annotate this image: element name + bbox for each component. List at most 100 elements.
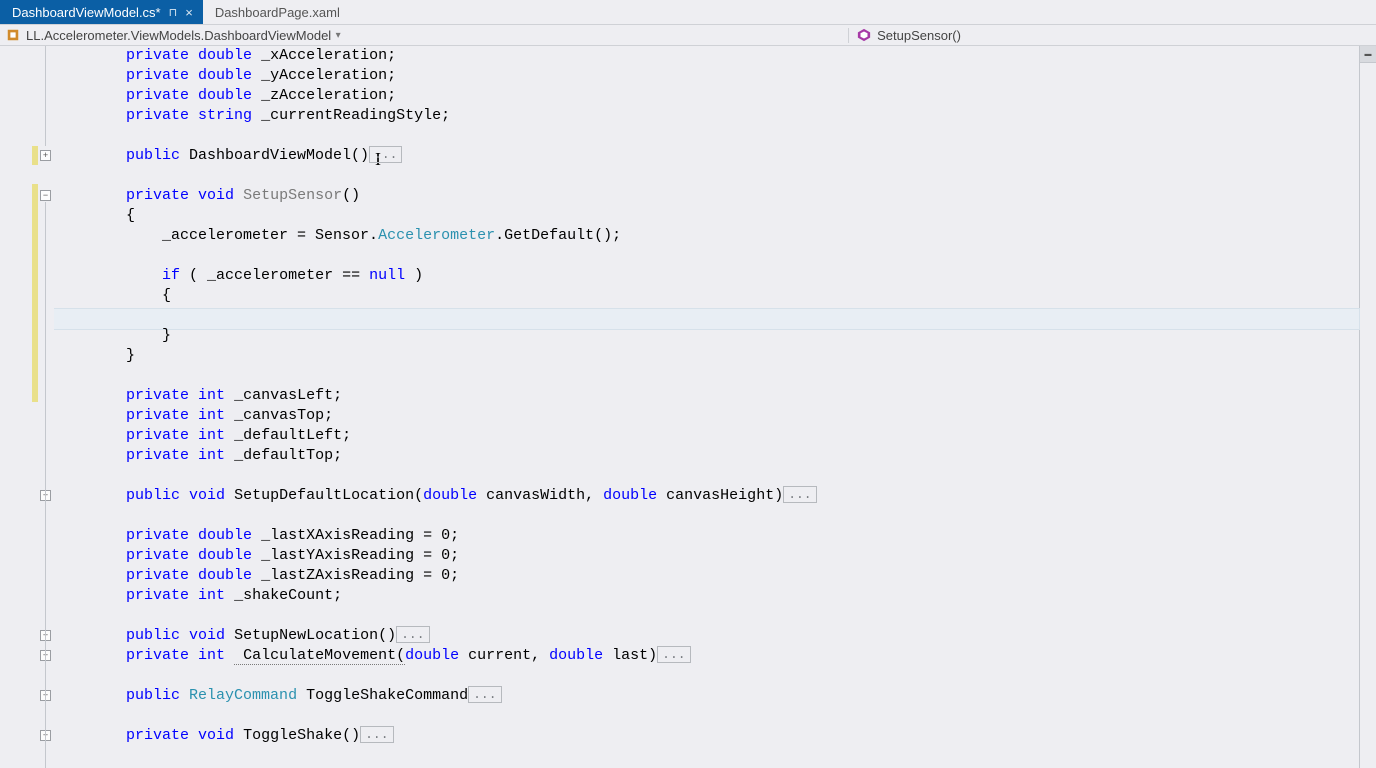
collapsed-region[interactable]: ... — [783, 486, 816, 503]
tab-active-label: DashboardViewModel.cs* — [12, 5, 161, 20]
t: _currentReadingStyle; — [252, 107, 450, 124]
outline-guide — [45, 350, 46, 768]
t: SetupNewLocation() — [225, 627, 396, 644]
t: private — [126, 87, 189, 104]
collapsed-region[interactable]: ... — [657, 646, 690, 663]
t: private — [126, 567, 189, 584]
t: double — [198, 87, 252, 104]
t: void — [198, 727, 234, 744]
t: double — [423, 487, 477, 504]
t: current, — [459, 647, 549, 664]
t: void — [189, 627, 225, 644]
t: double — [198, 547, 252, 564]
t: public — [126, 687, 180, 704]
nav-class-dropdown[interactable]: LL.Accelerometer.ViewModels.DashboardVie… — [6, 28, 849, 43]
pin-icon[interactable]: ⊓ — [169, 6, 178, 19]
t: double — [603, 487, 657, 504]
t: SetupSensor — [234, 187, 342, 204]
t: } — [162, 327, 171, 344]
t: int — [198, 447, 225, 464]
t: private — [126, 47, 189, 64]
t: canvasWidth, — [477, 487, 603, 504]
t: if — [162, 267, 180, 284]
t: DashboardViewModel() — [180, 147, 369, 164]
code-text[interactable]: private double _xAcceleration; private d… — [54, 46, 1359, 768]
fold-toggle-icon[interactable] — [40, 190, 51, 201]
t: _accelerometer = Sensor. — [126, 227, 378, 244]
t: null — [369, 267, 405, 284]
t: void — [189, 487, 225, 504]
t: int — [198, 647, 225, 664]
t: } — [126, 347, 135, 364]
t: ) — [405, 267, 423, 284]
t: _shakeCount; — [225, 587, 342, 604]
nav-member-dropdown[interactable]: SetupSensor() — [849, 28, 1376, 43]
t: _lastYAxisReading = 0; — [252, 547, 459, 564]
t: double — [198, 567, 252, 584]
t: { — [126, 207, 135, 224]
collapsed-region[interactable]: ... — [468, 686, 501, 703]
nav-class-label: LL.Accelerometer.ViewModels.DashboardVie… — [26, 28, 331, 43]
t: _defaultTop; — [225, 447, 342, 464]
collapsed-region[interactable]: ... — [360, 726, 393, 743]
t: _canvasLeft; — [225, 387, 342, 404]
t: string — [198, 107, 252, 124]
t: canvasHeight) — [657, 487, 783, 504]
t: private — [126, 387, 189, 404]
nav-member-label: SetupSensor() — [877, 28, 961, 43]
t: private — [126, 647, 189, 664]
t: private — [126, 67, 189, 84]
t: _zAcceleration; — [252, 87, 396, 104]
t: _xAcceleration; — [252, 47, 396, 64]
editor-gutter — [0, 46, 54, 768]
code-editor[interactable]: ▬ private double _xAcceleration; private… — [0, 46, 1376, 768]
chevron-down-icon[interactable]: ▾ — [331, 30, 345, 41]
t: _defaultLeft; — [225, 427, 351, 444]
tab-inactive-file[interactable]: DashboardPage.xaml — [203, 0, 350, 24]
t: public — [126, 487, 180, 504]
t: ( _accelerometer == — [180, 267, 369, 284]
t: .GetDefault(); — [495, 227, 621, 244]
vertical-scrollbar[interactable] — [1359, 63, 1376, 768]
t: _lastZAxisReading = 0; — [252, 567, 459, 584]
t: ToggleShakeCommand — [297, 687, 468, 704]
t: _lastXAxisReading = 0; — [252, 527, 459, 544]
t: int — [198, 427, 225, 444]
collapsed-region[interactable]: ... — [396, 626, 429, 643]
t: CalculateMovement( — [234, 647, 405, 665]
t: double — [198, 47, 252, 64]
t: _canvasTop; — [225, 407, 333, 424]
t: double — [198, 67, 252, 84]
t: private — [126, 187, 189, 204]
class-icon — [6, 28, 20, 42]
editor-nav-bar: LL.Accelerometer.ViewModels.DashboardVie… — [0, 24, 1376, 46]
close-icon[interactable]: × — [185, 5, 193, 20]
t: private — [126, 527, 189, 544]
split-view-button[interactable]: ▬ — [1359, 46, 1376, 63]
t: Accelerometer — [378, 227, 495, 244]
t: private — [126, 547, 189, 564]
t: public — [126, 627, 180, 644]
editor-tabstrip: DashboardViewModel.cs* ⊓ × DashboardPage… — [0, 0, 1376, 24]
modified-marker — [32, 184, 38, 402]
t: private — [126, 727, 189, 744]
t: double — [405, 647, 459, 664]
tab-active-file[interactable]: DashboardViewModel.cs* ⊓ × — [0, 0, 203, 24]
t: int — [198, 387, 225, 404]
fold-toggle-icon[interactable] — [40, 150, 51, 161]
method-icon — [857, 28, 871, 42]
modified-marker — [32, 146, 38, 165]
t: RelayCommand — [189, 687, 297, 704]
t: private — [126, 107, 189, 124]
t: int — [198, 587, 225, 604]
outline-guide — [45, 46, 46, 146]
tab-inactive-label: DashboardPage.xaml — [215, 5, 340, 20]
t: private — [126, 447, 189, 464]
t: void — [198, 187, 234, 204]
t: double — [198, 527, 252, 544]
t: private — [126, 407, 189, 424]
t: _yAcceleration; — [252, 67, 396, 84]
t: { — [162, 287, 171, 304]
collapsed-region[interactable]: ... — [369, 146, 402, 163]
t: public — [126, 147, 180, 164]
